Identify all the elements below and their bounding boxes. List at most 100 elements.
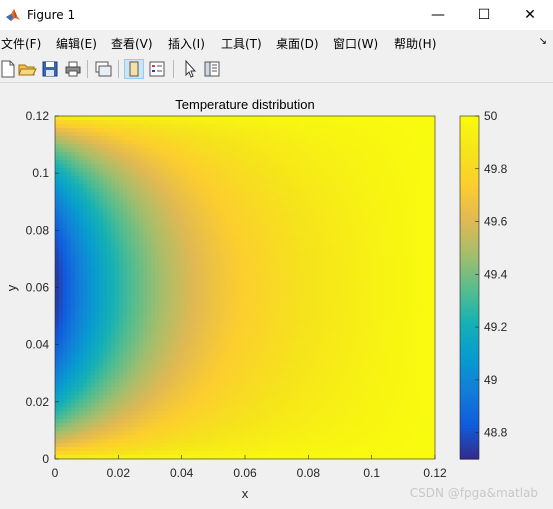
heatmap-cell <box>159 223 164 229</box>
heatmap-cell <box>211 143 216 149</box>
heatmap-cell <box>71 143 76 149</box>
insert-legend-icon[interactable] <box>147 59 167 79</box>
heatmap-cell <box>131 263 136 269</box>
heatmap-cell <box>263 387 268 392</box>
heatmap-cell <box>175 355 180 360</box>
heatmap-cell <box>247 431 252 436</box>
heatmap-cell <box>135 187 140 193</box>
save-icon[interactable] <box>40 59 60 79</box>
link-plot-icon[interactable] <box>93 59 113 79</box>
menu-window[interactable]: 窗口(W) <box>333 35 378 52</box>
heatmap-cell <box>91 303 96 309</box>
pointer-icon[interactable] <box>180 59 200 79</box>
heatmap-cell <box>263 315 268 321</box>
heatmap-cell <box>99 435 104 440</box>
heatmap-cell <box>55 255 60 261</box>
menu-dock-arrow-icon[interactable]: ↘ <box>539 36 547 47</box>
heatmap-cell <box>167 363 172 368</box>
heatmap-cell <box>179 427 184 432</box>
heatmap-cell <box>127 259 132 265</box>
open-file-icon[interactable] <box>17 59 37 79</box>
heatmap-cell <box>267 275 272 281</box>
new-figure-icon[interactable] <box>0 59 18 79</box>
heatmap-cell <box>223 343 228 348</box>
heatmap-cell <box>143 275 148 281</box>
heatmap-cell <box>79 347 84 352</box>
heatmap-cell <box>107 319 112 324</box>
heatmap-cell <box>215 307 220 313</box>
heatmap-cell <box>167 199 172 205</box>
heatmap-cell <box>211 231 216 237</box>
menu-tools[interactable]: 工具(T) <box>221 35 262 52</box>
heatmap-cell <box>267 135 272 141</box>
heatmap-cell <box>211 311 216 317</box>
heatmap-cell <box>207 255 212 261</box>
heatmap-cell <box>163 163 168 169</box>
heatmap-plot[interactable]: 0 0.02 0.04 0.06 0.08 0.1 0.12 00.020.040.060.… <box>0 84 553 509</box>
print-icon[interactable] <box>63 59 83 79</box>
heatmap-cell <box>219 339 224 344</box>
minimize-button[interactable]: — <box>415 0 461 30</box>
heatmap-cell <box>183 271 188 277</box>
heatmap-cell <box>195 191 200 197</box>
heatmap-cell <box>271 203 276 209</box>
menu-edit[interactable]: 编辑(E) <box>56 35 97 52</box>
heatmap-cell <box>215 423 220 428</box>
heatmap-cell <box>231 303 236 309</box>
heatmap-cell <box>87 159 92 165</box>
heatmap-cell <box>259 219 264 225</box>
heatmap-cell <box>219 355 224 360</box>
heatmap-cell <box>63 383 68 388</box>
heatmap-cell <box>215 147 220 153</box>
heatmap-cell <box>147 131 152 137</box>
heatmap-cell <box>207 351 212 356</box>
heatmap-cell <box>179 263 184 269</box>
heatmap-cell <box>127 139 132 145</box>
heatmap-cell <box>183 363 188 368</box>
heatmap-cell <box>207 315 212 321</box>
heatmap-cell <box>275 247 280 253</box>
heatmap-cell <box>267 167 272 173</box>
heatmap-cell <box>99 451 104 456</box>
heatmap-cell <box>123 155 128 161</box>
property-inspector-icon[interactable] <box>202 59 222 79</box>
heatmap-cell <box>115 435 120 440</box>
heatmap-cell <box>227 116 232 121</box>
heatmap-cell <box>87 339 92 344</box>
heatmap-cell <box>147 187 152 193</box>
heatmap-cell <box>175 123 180 129</box>
heatmap-cell <box>179 363 184 368</box>
heatmap-cell <box>195 291 200 297</box>
heatmap-cell <box>255 179 260 185</box>
menu-help[interactable]: 帮助(H) <box>394 35 436 52</box>
heatmap-cell <box>91 263 96 269</box>
figure-canvas: 0 0.02 0.04 0.06 0.08 0.1 0.12 0 0.02 0.04 0.06 0.… <box>0 84 553 509</box>
maximize-button[interactable]: ☐ <box>461 0 507 30</box>
heatmap-cell <box>227 295 232 301</box>
heatmap-cell <box>123 203 128 209</box>
menu-file[interactable]: 文件(F) <box>1 35 41 52</box>
close-button[interactable]: ✕ <box>507 0 553 30</box>
dock-figure-icon[interactable] <box>124 59 144 79</box>
heatmap-cell <box>55 191 60 197</box>
menu-view[interactable]: 查看(V) <box>111 35 153 52</box>
heatmap-cell <box>187 343 192 348</box>
heatmap-cell <box>207 423 212 428</box>
heatmap-cell <box>127 283 132 289</box>
heatmap-cell <box>119 179 124 185</box>
menu-desktop[interactable]: 桌面(D) <box>276 35 319 52</box>
heatmap-cell <box>267 199 272 205</box>
heatmap-cell <box>235 427 240 432</box>
heatmap-cell <box>131 171 136 177</box>
heatmap-cell <box>135 171 140 177</box>
heatmap-cell <box>71 399 76 404</box>
heatmap-cell <box>247 195 252 201</box>
heatmap-cell <box>231 143 236 149</box>
heatmap-cell <box>263 427 268 432</box>
heatmap-cell <box>183 375 188 380</box>
heatmap-cell <box>279 411 284 416</box>
heatmap-cell <box>59 299 64 305</box>
heatmap-cell <box>103 147 108 153</box>
menu-insert[interactable]: 插入(I) <box>168 35 205 52</box>
heatmap-cell <box>119 335 124 340</box>
